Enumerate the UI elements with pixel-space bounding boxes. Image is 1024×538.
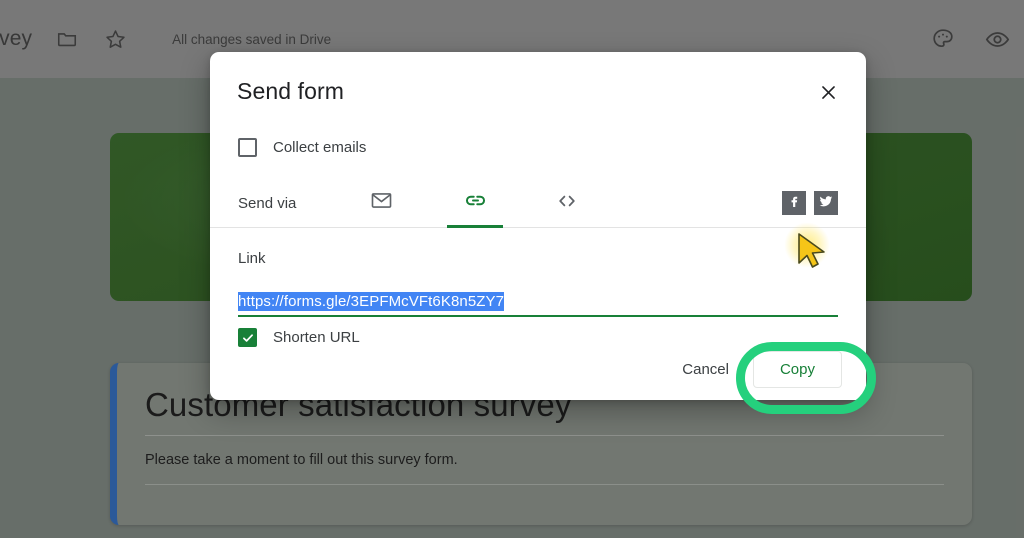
toolbar-right-actions bbox=[930, 0, 1010, 78]
send-via-embed-tab[interactable] bbox=[536, 179, 598, 227]
link-url-text[interactable]: https://forms.gle/3EPFMcVFt6K8n5ZY7 bbox=[238, 292, 505, 311]
copy-button[interactable]: Copy bbox=[752, 351, 842, 388]
shorten-url-label: Shorten URL bbox=[273, 329, 360, 346]
send-form-dialog: Send form Collect emails Send via Link h… bbox=[210, 52, 866, 400]
send-via-link-tab[interactable] bbox=[444, 179, 506, 228]
star-icon[interactable] bbox=[102, 26, 128, 52]
social-share-buttons bbox=[782, 191, 838, 215]
send-via-label: Send via bbox=[238, 194, 297, 212]
collect-emails-row[interactable]: Collect emails bbox=[210, 108, 866, 157]
dialog-header: Send form bbox=[210, 52, 866, 108]
form-description-text: Please take a moment to fill out this su… bbox=[145, 451, 458, 468]
shorten-url-row[interactable]: Shorten URL bbox=[238, 328, 838, 347]
facebook-share-button[interactable] bbox=[782, 191, 806, 215]
link-label: Link bbox=[238, 250, 266, 267]
embed-code-icon bbox=[555, 189, 579, 218]
collect-emails-checkbox[interactable] bbox=[238, 138, 257, 157]
dialog-actions: Cancel Copy bbox=[668, 351, 842, 388]
facebook-icon bbox=[786, 193, 802, 214]
send-via-row: Send via bbox=[210, 179, 866, 228]
save-status-text: All changes saved in Drive bbox=[172, 31, 332, 47]
title-underline bbox=[145, 434, 944, 436]
description-underline bbox=[145, 483, 944, 485]
send-via-email-tab[interactable] bbox=[350, 179, 412, 227]
twitter-icon bbox=[818, 193, 834, 214]
link-input-field[interactable]: https://forms.gle/3EPFMcVFt6K8n5ZY7 bbox=[238, 292, 838, 317]
link-section: Link https://forms.gle/3EPFMcVFt6K8n5ZY7… bbox=[210, 228, 866, 347]
shorten-url-checkbox[interactable] bbox=[238, 328, 257, 347]
palette-icon[interactable] bbox=[930, 26, 956, 52]
email-icon bbox=[370, 189, 393, 217]
screenshot-root: rvey All changes saved in Drive bbox=[0, 0, 1024, 538]
folder-icon[interactable] bbox=[54, 26, 80, 52]
collect-emails-label: Collect emails bbox=[273, 139, 367, 156]
twitter-share-button[interactable] bbox=[814, 191, 838, 215]
cancel-button[interactable]: Cancel bbox=[668, 352, 743, 387]
eye-preview-icon[interactable] bbox=[984, 26, 1010, 52]
form-title-text: rvey bbox=[0, 27, 33, 50]
link-icon bbox=[463, 188, 488, 218]
close-icon[interactable] bbox=[812, 76, 844, 108]
dialog-title: Send form bbox=[237, 78, 345, 104]
